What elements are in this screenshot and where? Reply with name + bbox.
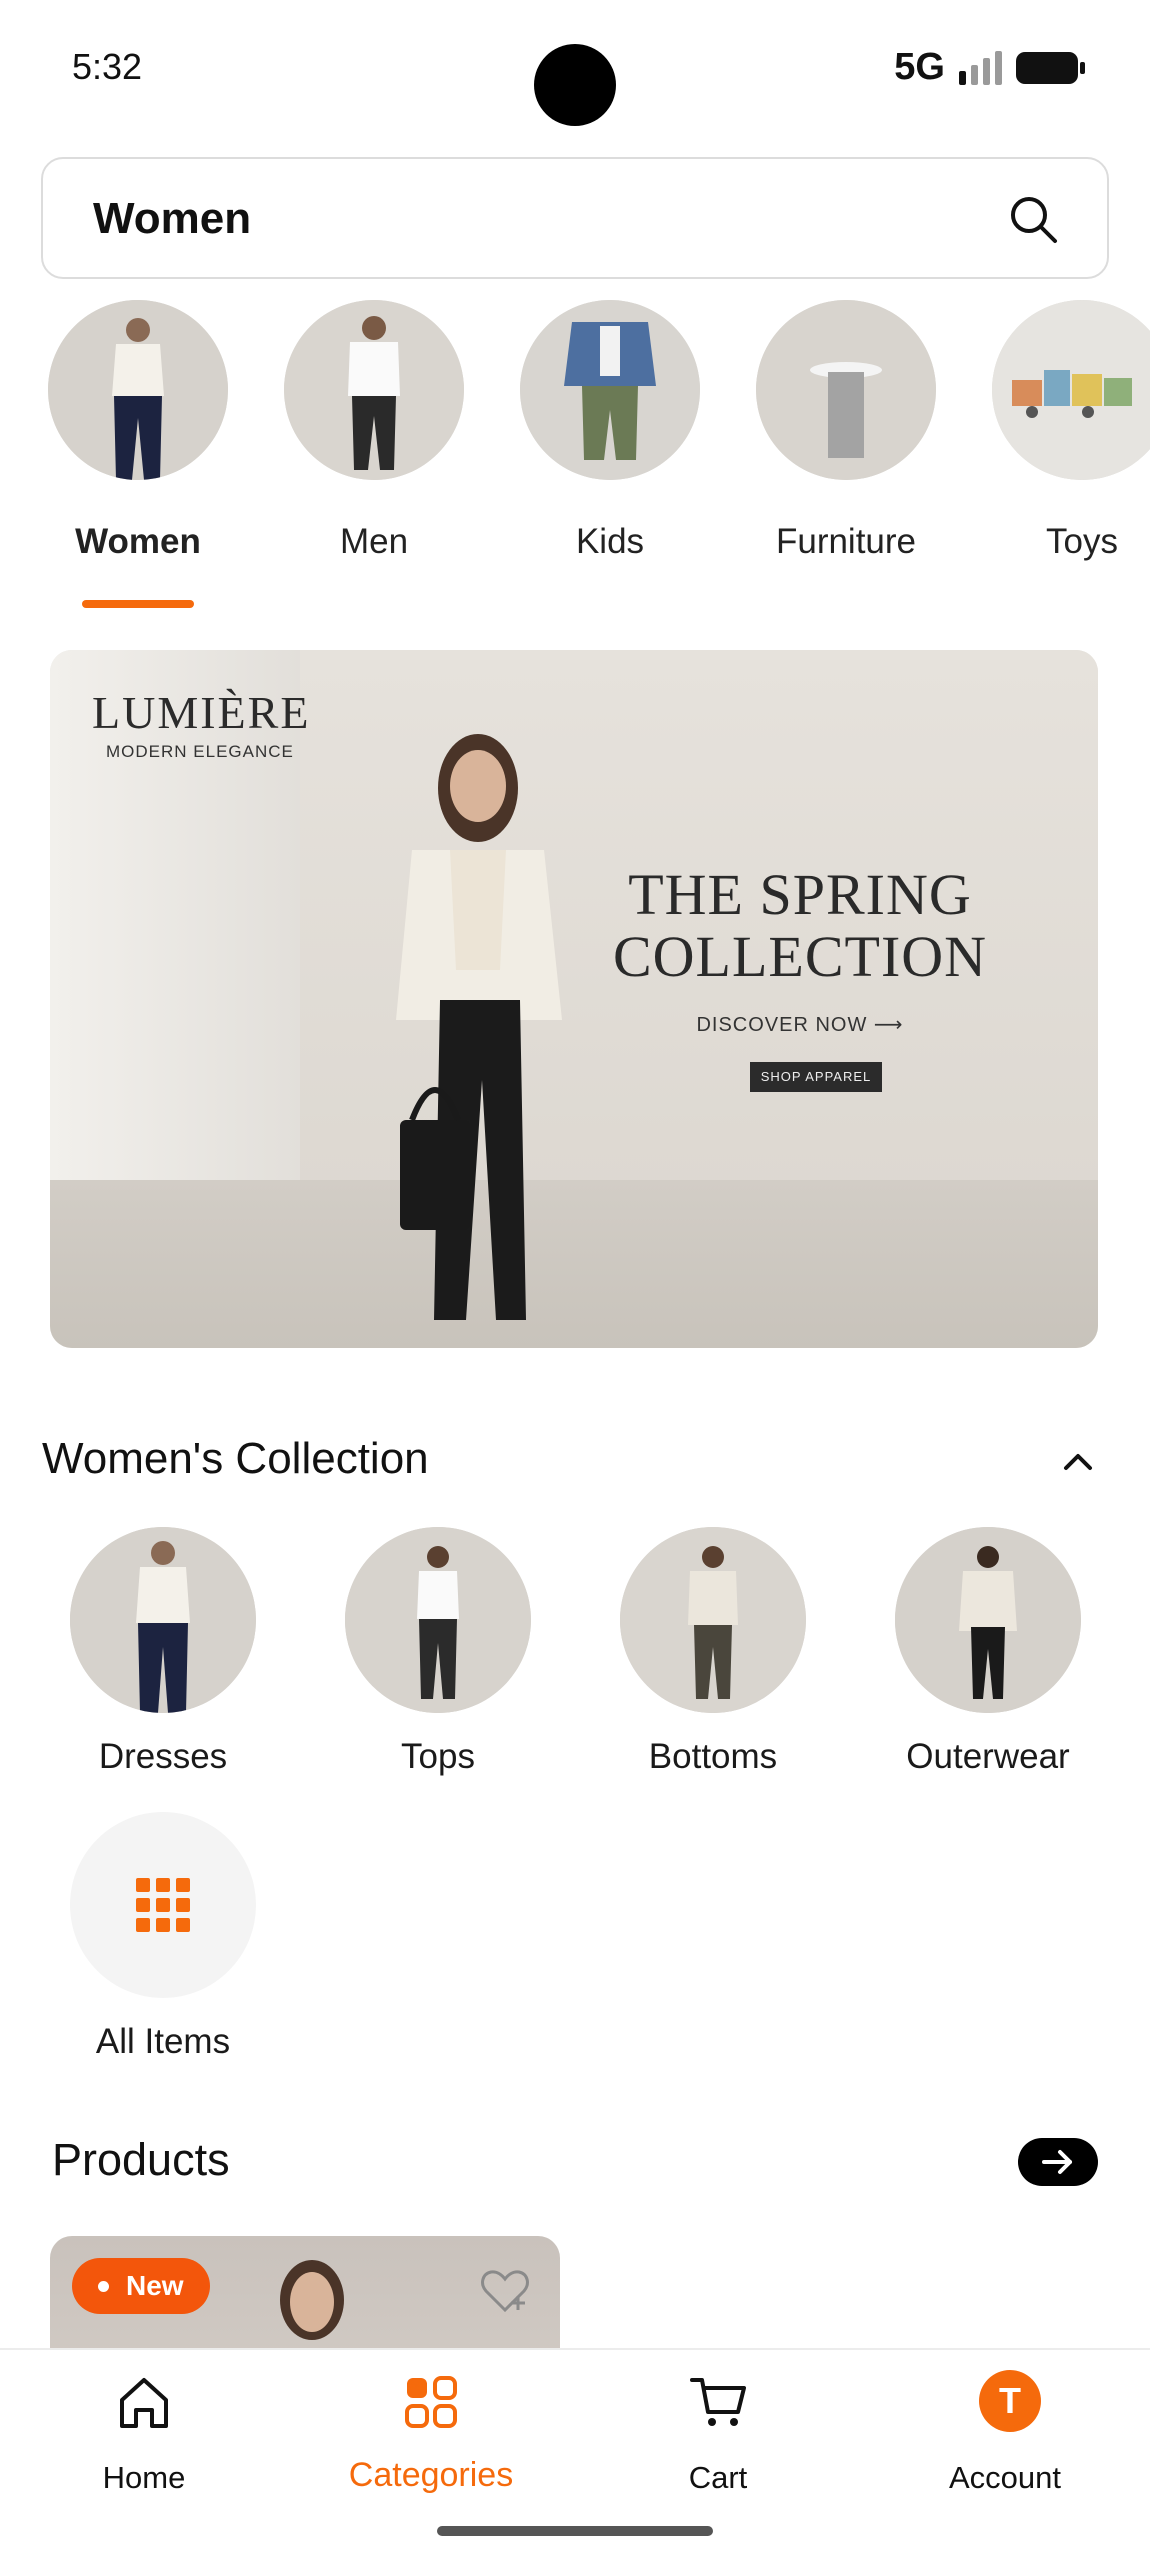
status-time: 5:32	[72, 46, 143, 87]
search-icon[interactable]	[1007, 193, 1061, 247]
category-kids-image	[520, 300, 700, 480]
nav-home[interactable]: Home	[44, 2350, 244, 2500]
category-toys-image	[992, 300, 1150, 480]
subcategory-label: All Items	[95, 2022, 231, 2061]
home-icon	[120, 2378, 168, 2428]
nav-label: Account	[948, 2460, 1061, 2495]
category-label: Kids	[575, 522, 645, 561]
nav-categories[interactable]: Categories	[331, 2350, 531, 2500]
search-bar[interactable]	[41, 157, 1109, 279]
subcategory-tops-image	[345, 1527, 531, 1713]
subcategory-outerwear-image	[895, 1527, 1081, 1713]
section-title: Women's Collection	[42, 1434, 429, 1483]
shop-apparel-button[interactable]: SHOP APPAREL	[750, 1062, 882, 1092]
products-title: Products	[52, 2134, 230, 2185]
nav-account[interactable]: T Account	[905, 2350, 1105, 2500]
subcategory-label: Bottoms	[648, 1737, 778, 1776]
status-bar: 5:32 5G	[0, 0, 1150, 140]
chevron-up-icon[interactable]	[1060, 1446, 1096, 1476]
category-women-image	[48, 300, 228, 480]
category-kids[interactable]: Kids	[520, 298, 700, 608]
subcategory-outerwear[interactable]: Outerwear	[895, 1527, 1081, 1787]
category-label: Women	[75, 522, 201, 561]
subcategory-bottoms-image	[620, 1527, 806, 1713]
all-items-circle	[70, 1812, 256, 1998]
nav-label: Categories	[348, 2456, 514, 2494]
subcategory-label: Outerwear	[906, 1737, 1070, 1776]
nav-cart[interactable]: Cart	[618, 2350, 818, 2500]
category-furniture-image	[756, 300, 936, 480]
brand-tagline: MODERN ELEGANCE	[106, 742, 294, 761]
brand-name: LUMIÈRE	[92, 687, 311, 738]
model-image	[396, 734, 562, 1320]
category-men[interactable]: Men	[284, 298, 464, 608]
network-type: 5G	[894, 46, 945, 88]
nav-label: Home	[102, 2460, 186, 2495]
search-input[interactable]	[93, 185, 953, 253]
promo-banner[interactable]: LUMIÈRE MODERN ELEGANCE THE SPRING COLLE…	[50, 650, 1098, 1348]
subcategory-label: Dresses	[98, 1737, 228, 1776]
subcategory-dresses[interactable]: Dresses	[70, 1527, 256, 1787]
status-indicators: 5G	[894, 46, 1085, 89]
category-toys[interactable]: Toys	[992, 298, 1150, 608]
avatar: T	[979, 2370, 1041, 2432]
category-men-image	[284, 300, 464, 480]
nav-label: Cart	[688, 2460, 748, 2495]
camera-cutout	[534, 44, 616, 126]
products-see-all-button[interactable]	[1018, 2138, 1098, 2186]
grid-icon	[136, 1878, 190, 1932]
category-label: Men	[339, 522, 409, 561]
battery-icon	[1016, 51, 1085, 84]
subcategory-label: Tops	[401, 1737, 475, 1776]
categories-icon	[405, 2376, 457, 2428]
home-indicator[interactable]	[437, 2526, 713, 2536]
subcategory-all-items[interactable]: All Items	[70, 1812, 256, 2072]
subcategory-bottoms[interactable]: Bottoms	[620, 1527, 806, 1787]
new-badge: New	[72, 2258, 210, 2314]
category-furniture[interactable]: Furniture	[756, 298, 936, 608]
subcategory-dresses-image	[70, 1527, 256, 1713]
cart-icon	[690, 2378, 746, 2426]
banner-title: THE SPRING COLLECTION	[612, 862, 988, 989]
subcategory-tops[interactable]: Tops	[345, 1527, 531, 1787]
selected-category-indicator	[82, 600, 194, 608]
category-strip: Women Men Kids Furniture Toys	[0, 298, 1150, 618]
category-women[interactable]: Women	[48, 298, 228, 608]
heart-plus-icon[interactable]	[478, 2266, 532, 2316]
banner-cta[interactable]: DISCOVER NOW ⟶	[640, 1012, 960, 1037]
category-label: Furniture	[775, 522, 917, 561]
category-label: Toys	[1046, 522, 1118, 561]
arrow-right-icon	[1042, 2150, 1072, 2174]
signal-icon	[959, 50, 1002, 85]
